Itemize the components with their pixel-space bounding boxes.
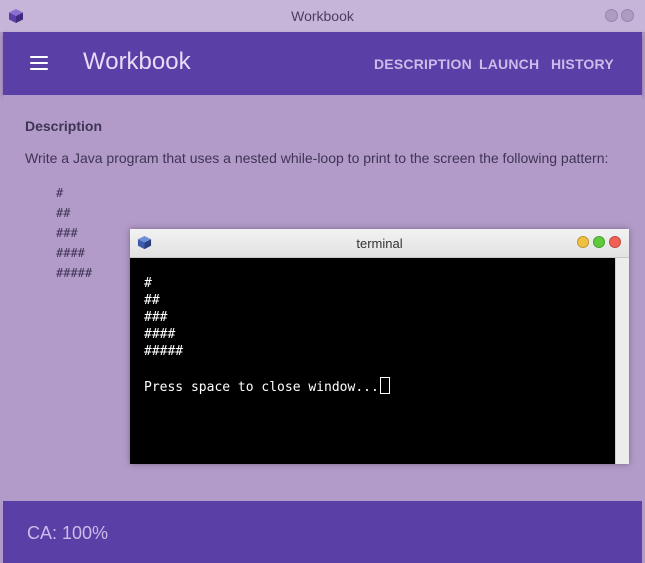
window-minimize-button[interactable]	[605, 9, 618, 22]
terminal-prompt: Press space to close window...	[144, 380, 379, 395]
terminal-line: ##	[144, 293, 160, 308]
nav-history[interactable]: HISTORY	[551, 56, 614, 72]
pattern-line: #	[56, 186, 64, 200]
pattern-line: #####	[56, 266, 93, 280]
pattern-line: ##	[56, 206, 71, 220]
terminal-window[interactable]: terminal # ## ### #### ##### Press space…	[130, 229, 629, 464]
terminal-minimize-button[interactable]	[577, 236, 589, 248]
terminal-output: # ## ### #### ##### Press space to close…	[144, 275, 390, 395]
expected-pattern: # ## ### #### #####	[56, 183, 92, 283]
terminal-titlebar[interactable]: terminal	[130, 229, 629, 258]
terminal-scrollbar[interactable]	[615, 258, 629, 464]
terminal-line: ####	[144, 327, 176, 342]
workbook-window: Workbook Workbook DESCRIPTION LAUNCH HIS…	[0, 0, 645, 563]
window-title: Workbook	[291, 8, 354, 24]
terminal-close-button[interactable]	[609, 236, 621, 248]
terminal-line: #####	[144, 344, 184, 359]
terminal-maximize-button[interactable]	[593, 236, 605, 248]
menu-icon[interactable]	[30, 56, 48, 70]
pattern-line: ####	[56, 246, 85, 260]
section-heading: Description	[25, 118, 103, 134]
terminal-line: #	[144, 276, 152, 291]
terminal-cursor	[379, 377, 390, 394]
terminal-screen[interactable]: # ## ### #### ##### Press space to close…	[130, 258, 615, 464]
window-close-button[interactable]	[621, 9, 634, 22]
ca-score: CA: 100%	[27, 523, 109, 543]
terminal-title: terminal	[356, 236, 403, 251]
pattern-line: ###	[56, 226, 78, 240]
description-text: Write a Java program that uses a nested …	[25, 150, 609, 166]
window-titlebar[interactable]: Workbook	[0, 0, 645, 33]
terminal-line: ###	[144, 310, 168, 325]
app-title: Workbook	[83, 48, 191, 75]
nav-launch[interactable]: LAUNCH	[479, 56, 539, 72]
status-footer: CA: 100%	[3, 501, 642, 563]
nav-description[interactable]: DESCRIPTION	[374, 56, 472, 72]
app-header: Workbook DESCRIPTION LAUNCH HISTORY	[3, 32, 642, 95]
terminal-prompt-line: Press space to close window...	[144, 377, 390, 395]
